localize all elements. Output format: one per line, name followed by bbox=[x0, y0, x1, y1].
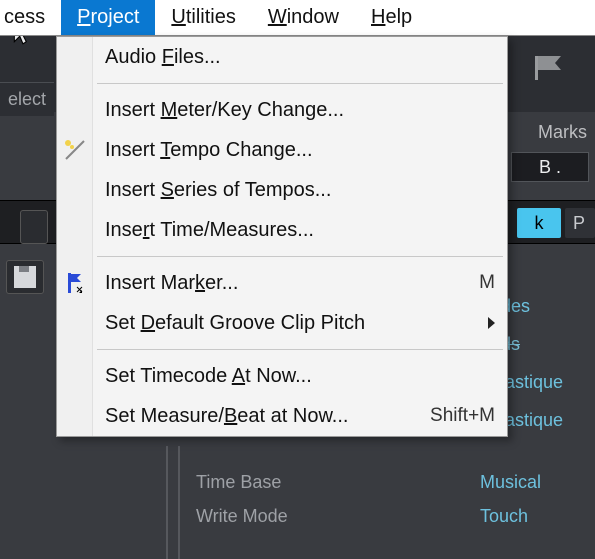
floppy-icon bbox=[14, 266, 36, 288]
param-values: Musical Touch bbox=[480, 472, 541, 540]
menu-item-label: Insert Marker... bbox=[105, 272, 238, 295]
clip-prop-value[interactable]: lastique bbox=[501, 410, 595, 436]
markers-label: Marks bbox=[538, 122, 587, 143]
menubar-item-project[interactable]: Project bbox=[61, 0, 155, 35]
project-menu-dropdown: Audio Files... Insert Meter/Key Change...… bbox=[56, 36, 508, 437]
menu-set-default-groove-pitch[interactable]: Set Default Groove Clip Pitch bbox=[57, 303, 507, 343]
param-label: Time Base bbox=[196, 472, 288, 506]
tab-k[interactable]: k bbox=[517, 208, 561, 238]
submenu-arrow-icon bbox=[488, 317, 495, 329]
menu-insert-marker[interactable]: Insert Marker... M bbox=[57, 263, 507, 303]
divider bbox=[178, 446, 180, 559]
clip-icon[interactable] bbox=[20, 210, 48, 244]
menu-separator bbox=[97, 83, 503, 84]
menu-insert-tempo-series[interactable]: Insert Series of Tempos... bbox=[57, 170, 507, 210]
clip-prop-values: des ds lastique lastique bbox=[501, 296, 595, 436]
menu-audio-files[interactable]: Audio Files... bbox=[57, 37, 507, 77]
divider bbox=[166, 446, 168, 559]
param-labels: Time Base Write Mode bbox=[196, 472, 288, 540]
menu-insert-tempo[interactable]: Insert Tempo Change... bbox=[57, 130, 507, 170]
menubar-item-utilities[interactable]: Utilities bbox=[155, 0, 251, 35]
menu-item-label: Insert Meter/Key Change... bbox=[105, 99, 344, 122]
menu-shortcut: Shift+M bbox=[430, 405, 495, 427]
menu-separator bbox=[97, 349, 503, 350]
param-label: Write Mode bbox=[196, 506, 288, 540]
menu-insert-meterkey[interactable]: Insert Meter/Key Change... bbox=[57, 90, 507, 130]
menubar-item-help[interactable]: Help bbox=[355, 0, 428, 35]
menu-item-label: Set Default Groove Clip Pitch bbox=[105, 312, 365, 335]
clip-prop-value[interactable]: lastique bbox=[501, 372, 595, 398]
param-value[interactable]: Musical bbox=[480, 472, 541, 506]
menu-item-label: Insert Tempo Change... bbox=[105, 139, 313, 162]
tab-p[interactable]: P bbox=[565, 208, 595, 238]
menu-shortcut: M bbox=[479, 272, 495, 294]
tempo-icon bbox=[63, 138, 87, 162]
param-value[interactable]: Touch bbox=[480, 506, 541, 540]
tool-select-label: elect bbox=[0, 82, 54, 116]
menu-separator bbox=[97, 256, 503, 257]
clip-prop-value[interactable]: des bbox=[501, 296, 595, 322]
menubar: cess Project Utilities Window Help bbox=[0, 0, 595, 36]
menu-set-timecode[interactable]: Set Timecode At Now... bbox=[57, 356, 507, 396]
clip-prop-value[interactable]: ds bbox=[501, 334, 595, 360]
markers-flag-icon bbox=[533, 52, 573, 82]
markers-value-box[interactable]: B . bbox=[511, 152, 589, 182]
save-button[interactable] bbox=[6, 260, 44, 294]
menu-set-measure-beat[interactable]: Set Measure/Beat at Now... Shift+M bbox=[57, 396, 507, 436]
menu-item-label: Set Measure/Beat at Now... bbox=[105, 405, 348, 428]
menu-item-label: Set Timecode At Now... bbox=[105, 365, 312, 388]
menu-item-label: Insert Time/Measures... bbox=[105, 219, 314, 242]
menu-item-label: Insert Series of Tempos... bbox=[105, 179, 331, 202]
marker-icon bbox=[63, 271, 87, 295]
menubar-item-window[interactable]: Window bbox=[252, 0, 355, 35]
menu-item-label: Audio Files... bbox=[105, 46, 221, 69]
menubar-item-process[interactable]: cess bbox=[0, 0, 61, 35]
menu-insert-time[interactable]: Insert Time/Measures... bbox=[57, 210, 507, 250]
